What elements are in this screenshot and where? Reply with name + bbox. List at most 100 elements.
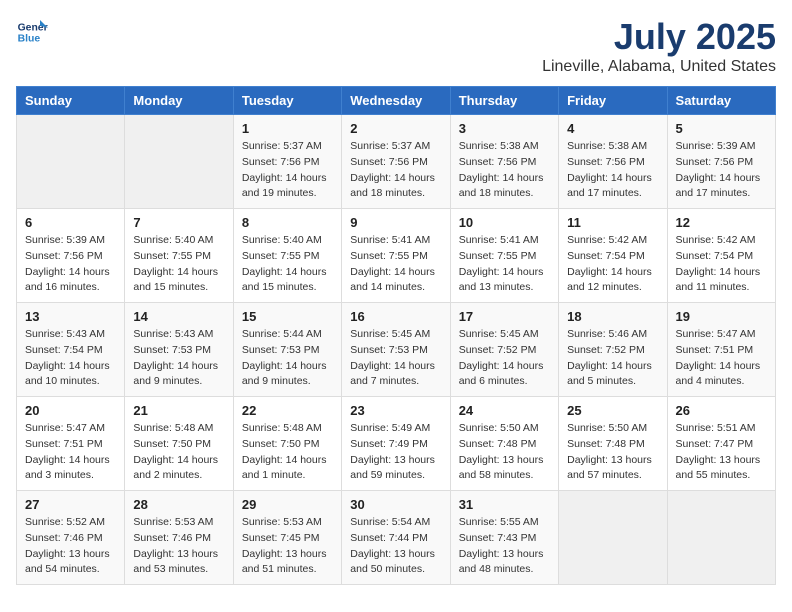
day-info: Sunrise: 5:54 AMSunset: 7:44 PMDaylight:… <box>350 515 441 578</box>
calendar-cell: 14Sunrise: 5:43 AMSunset: 7:53 PMDayligh… <box>125 303 233 397</box>
day-number: 17 <box>459 309 550 324</box>
day-info: Sunrise: 5:39 AMSunset: 7:56 PMDaylight:… <box>25 233 116 296</box>
day-number: 9 <box>350 215 441 230</box>
day-number: 7 <box>133 215 224 230</box>
col-wednesday: Wednesday <box>342 87 450 115</box>
svg-text:Blue: Blue <box>18 34 41 45</box>
day-info: Sunrise: 5:41 AMSunset: 7:55 PMDaylight:… <box>350 233 441 296</box>
day-info: Sunrise: 5:55 AMSunset: 7:43 PMDaylight:… <box>459 515 550 578</box>
day-number: 12 <box>676 215 767 230</box>
calendar-cell: 24 Sunrise: 5:50 AMSunset: 7:48 PMDayligh… <box>450 397 558 491</box>
title-area: July 2025 Lineville, Alabama, United Sta… <box>542 16 776 76</box>
calendar-cell: 10 Sunrise: 5:41 AMSunset: 7:55 PMDayligh… <box>450 209 558 303</box>
col-friday: Friday <box>559 87 667 115</box>
calendar-cell: 25 Sunrise: 5:50 AMSunset: 7:48 PMDayligh… <box>559 397 667 491</box>
day-info: Sunrise: 5:45 AMSunset: 7:53 PMDaylight:… <box>350 327 441 390</box>
calendar-cell <box>125 115 233 209</box>
day-number: 10 <box>459 215 550 230</box>
col-sunday: Sunday <box>17 87 125 115</box>
location-title: Lineville, Alabama, United States <box>542 58 776 76</box>
calendar-cell: 22 Sunrise: 5:48 AMSunset: 7:50 PMDayligh… <box>233 397 341 491</box>
day-info: Sunrise: 5:37 AMSunset: 7:56 PMDaylight:… <box>350 139 441 202</box>
day-number: 3 <box>459 121 550 136</box>
col-monday: Monday <box>125 87 233 115</box>
calendar-week-row: 6 Sunrise: 5:39 AMSunset: 7:56 PMDaylight… <box>17 209 776 303</box>
calendar-cell: 1Sunrise: 5:37 AMSunset: 7:56 PMDaylight… <box>233 115 341 209</box>
calendar-cell: 23 Sunrise: 5:49 AMSunset: 7:49 PMDayligh… <box>342 397 450 491</box>
day-info: Sunrise: 5:38 AMSunset: 7:56 PMDaylight:… <box>567 139 658 202</box>
day-number: 24 <box>459 403 550 418</box>
day-number: 8 <box>242 215 333 230</box>
calendar-cell: 28Sunrise: 5:53 AMSunset: 7:46 PMDayligh… <box>125 491 233 585</box>
day-info: Sunrise: 5:50 AMSunset: 7:48 PMDaylight:… <box>567 421 658 484</box>
calendar-cell: 2 Sunrise: 5:37 AMSunset: 7:56 PMDaylight… <box>342 115 450 209</box>
logo-icon: General Blue <box>16 16 48 48</box>
calendar-cell: 19Sunrise: 5:47 AMSunset: 7:51 PMDayligh… <box>667 303 775 397</box>
day-info: Sunrise: 5:48 AMSunset: 7:50 PMDaylight:… <box>133 421 224 484</box>
day-number: 2 <box>350 121 441 136</box>
day-number: 4 <box>567 121 658 136</box>
day-info: Sunrise: 5:49 AMSunset: 7:49 PMDaylight:… <box>350 421 441 484</box>
day-info: Sunrise: 5:50 AMSunset: 7:48 PMDaylight:… <box>459 421 550 484</box>
header: General Blue July 2025 Lineville, Alabam… <box>16 16 776 76</box>
day-info: Sunrise: 5:41 AMSunset: 7:55 PMDaylight:… <box>459 233 550 296</box>
calendar-cell: 21 Sunrise: 5:48 AMSunset: 7:50 PMDayligh… <box>125 397 233 491</box>
calendar-cell: 9 Sunrise: 5:41 AMSunset: 7:55 PMDaylight… <box>342 209 450 303</box>
day-number: 5 <box>676 121 767 136</box>
calendar-body: 1 Sunrise: 5:37 AMSunset: 7:56 PMDaylight… <box>17 115 776 585</box>
day-info: Sunrise: 5:42 AMSunset: 7:54 PMDaylight:… <box>676 233 767 296</box>
day-number: 23 <box>350 403 441 418</box>
calendar-table: Sunday Monday Tuesday Wednesday Thursday… <box>16 86 776 585</box>
calendar-cell: 7 Sunrise: 5:40 AMSunset: 7:55 PMDaylight… <box>125 209 233 303</box>
day-info: Sunrise: 5:38 AMSunset: 7:56 PMDaylight:… <box>459 139 550 202</box>
calendar-cell: 31Sunrise: 5:55 AMSunset: 7:43 PMDayligh… <box>450 491 558 585</box>
calendar-week-row: 1 Sunrise: 5:37 AMSunset: 7:56 PMDaylight… <box>17 115 776 209</box>
calendar-cell <box>17 115 125 209</box>
header-row: Sunday Monday Tuesday Wednesday Thursday… <box>17 87 776 115</box>
calendar-week-row: 27Sunrise: 5:52 AMSunset: 7:46 PMDayligh… <box>17 491 776 585</box>
calendar-cell: 3 Sunrise: 5:38 AMSunset: 7:56 PMDaylight… <box>450 115 558 209</box>
day-info: Sunrise: 5:45 AMSunset: 7:52 PMDaylight:… <box>459 327 550 390</box>
day-number: 20 <box>25 403 116 418</box>
calendar-cell: 27Sunrise: 5:52 AMSunset: 7:46 PMDayligh… <box>17 491 125 585</box>
day-number: 6 <box>25 215 116 230</box>
day-info: Sunrise: 5:39 AMSunset: 7:56 PMDaylight:… <box>676 139 767 202</box>
day-number: 1 <box>242 121 333 136</box>
col-tuesday: Tuesday <box>233 87 341 115</box>
calendar-cell: 15Sunrise: 5:44 AMSunset: 7:53 PMDayligh… <box>233 303 341 397</box>
day-info: Sunrise: 5:53 AMSunset: 7:45 PMDaylight:… <box>242 515 333 578</box>
day-info: Sunrise: 5:40 AMSunset: 7:55 PMDaylight:… <box>242 233 333 296</box>
calendar-cell: 26Sunrise: 5:51 AMSunset: 7:47 PMDayligh… <box>667 397 775 491</box>
calendar-cell: 11Sunrise: 5:42 AMSunset: 7:54 PMDayligh… <box>559 209 667 303</box>
calendar-cell: 18Sunrise: 5:46 AMSunset: 7:52 PMDayligh… <box>559 303 667 397</box>
day-number: 15 <box>242 309 333 324</box>
col-thursday: Thursday <box>450 87 558 115</box>
calendar-cell: 20 Sunrise: 5:47 AMSunset: 7:51 PMDayligh… <box>17 397 125 491</box>
day-info: Sunrise: 5:52 AMSunset: 7:46 PMDaylight:… <box>25 515 116 578</box>
calendar-cell: 13Sunrise: 5:43 AMSunset: 7:54 PMDayligh… <box>17 303 125 397</box>
calendar-cell: 6 Sunrise: 5:39 AMSunset: 7:56 PMDaylight… <box>17 209 125 303</box>
day-number: 21 <box>133 403 224 418</box>
day-info: Sunrise: 5:40 AMSunset: 7:55 PMDaylight:… <box>133 233 224 296</box>
calendar-cell: 17 Sunrise: 5:45 AMSunset: 7:52 PMDayligh… <box>450 303 558 397</box>
calendar-week-row: 20 Sunrise: 5:47 AMSunset: 7:51 PMDayligh… <box>17 397 776 491</box>
day-number: 22 <box>242 403 333 418</box>
day-number: 25 <box>567 403 658 418</box>
day-info: Sunrise: 5:47 AMSunset: 7:51 PMDaylight:… <box>25 421 116 484</box>
calendar-week-row: 13Sunrise: 5:43 AMSunset: 7:54 PMDayligh… <box>17 303 776 397</box>
day-info: Sunrise: 5:48 AMSunset: 7:50 PMDaylight:… <box>242 421 333 484</box>
day-number: 18 <box>567 309 658 324</box>
calendar-header: Sunday Monday Tuesday Wednesday Thursday… <box>17 87 776 115</box>
day-number: 16 <box>350 309 441 324</box>
day-number: 30 <box>350 497 441 512</box>
day-info: Sunrise: 5:51 AMSunset: 7:47 PMDaylight:… <box>676 421 767 484</box>
day-info: Sunrise: 5:43 AMSunset: 7:53 PMDaylight:… <box>133 327 224 390</box>
calendar-cell: 30 Sunrise: 5:54 AMSunset: 7:44 PMDayligh… <box>342 491 450 585</box>
logo: General Blue <box>16 16 48 48</box>
calendar-cell: 29Sunrise: 5:53 AMSunset: 7:45 PMDayligh… <box>233 491 341 585</box>
day-number: 19 <box>676 309 767 324</box>
month-title: July 2025 <box>542 16 776 58</box>
calendar-cell: 4 Sunrise: 5:38 AMSunset: 7:56 PMDaylight… <box>559 115 667 209</box>
day-info: Sunrise: 5:53 AMSunset: 7:46 PMDaylight:… <box>133 515 224 578</box>
day-info: Sunrise: 5:42 AMSunset: 7:54 PMDaylight:… <box>567 233 658 296</box>
